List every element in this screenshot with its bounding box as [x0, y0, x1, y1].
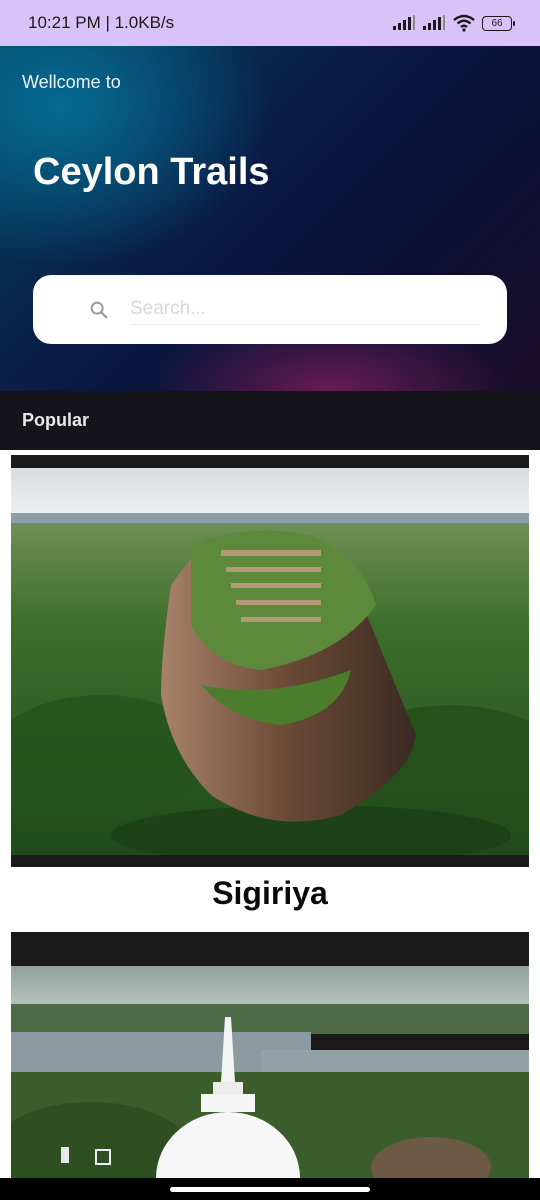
status-bar: 10:21 PM | 1.0KB/s 66 [0, 0, 540, 46]
popular-label: Popular [22, 410, 90, 430]
stupa-image [11, 932, 529, 1178]
welcome-text: Wellcome to [22, 72, 121, 92]
home-gesture-handle[interactable] [170, 1187, 370, 1192]
search-bar[interactable] [33, 275, 507, 344]
search-input[interactable] [130, 294, 480, 325]
battery-icon: 66 [482, 15, 515, 31]
popular-section-header: Popular [0, 391, 540, 450]
signal-icon [393, 15, 415, 30]
sigiriya-image [11, 455, 529, 867]
app-title: Ceylon Trails [33, 151, 270, 193]
signal-icon [423, 15, 445, 30]
search-icon [90, 301, 108, 318]
place-title: Sigiriya [212, 875, 328, 911]
place-card[interactable] [11, 932, 529, 1186]
place-image-frame [11, 455, 529, 867]
wifi-icon [453, 14, 475, 32]
system-nav-bar [0, 1178, 540, 1200]
place-card-sigiriya[interactable]: Sigiriya [11, 455, 529, 912]
status-icons: 66 [392, 14, 515, 32]
battery-level: 66 [491, 17, 503, 29]
place-image-frame [11, 932, 529, 1178]
hero-header: Wellcome to Ceylon Trails [0, 46, 540, 391]
status-time: 10:21 PM | 1.0KB/s [28, 13, 175, 32]
